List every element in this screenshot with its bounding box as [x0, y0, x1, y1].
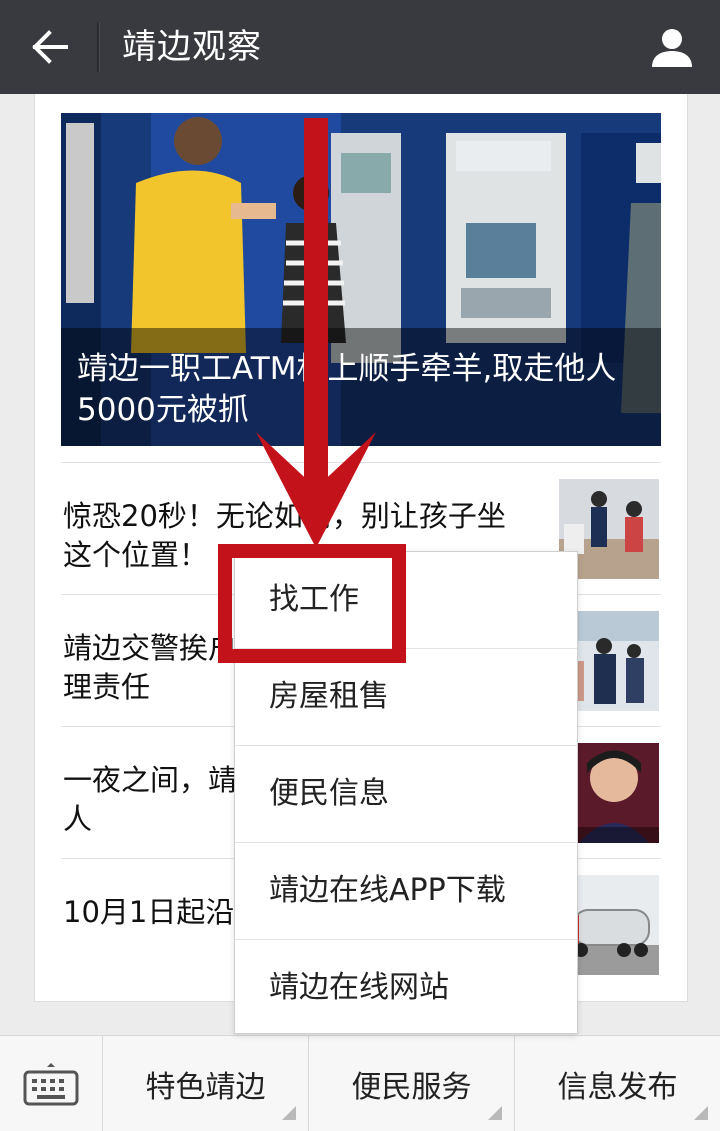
- annotation-highlight-box: [218, 544, 406, 663]
- annotation-overlay: [218, 118, 406, 663]
- annotation-arrow-shaft: [304, 118, 328, 498]
